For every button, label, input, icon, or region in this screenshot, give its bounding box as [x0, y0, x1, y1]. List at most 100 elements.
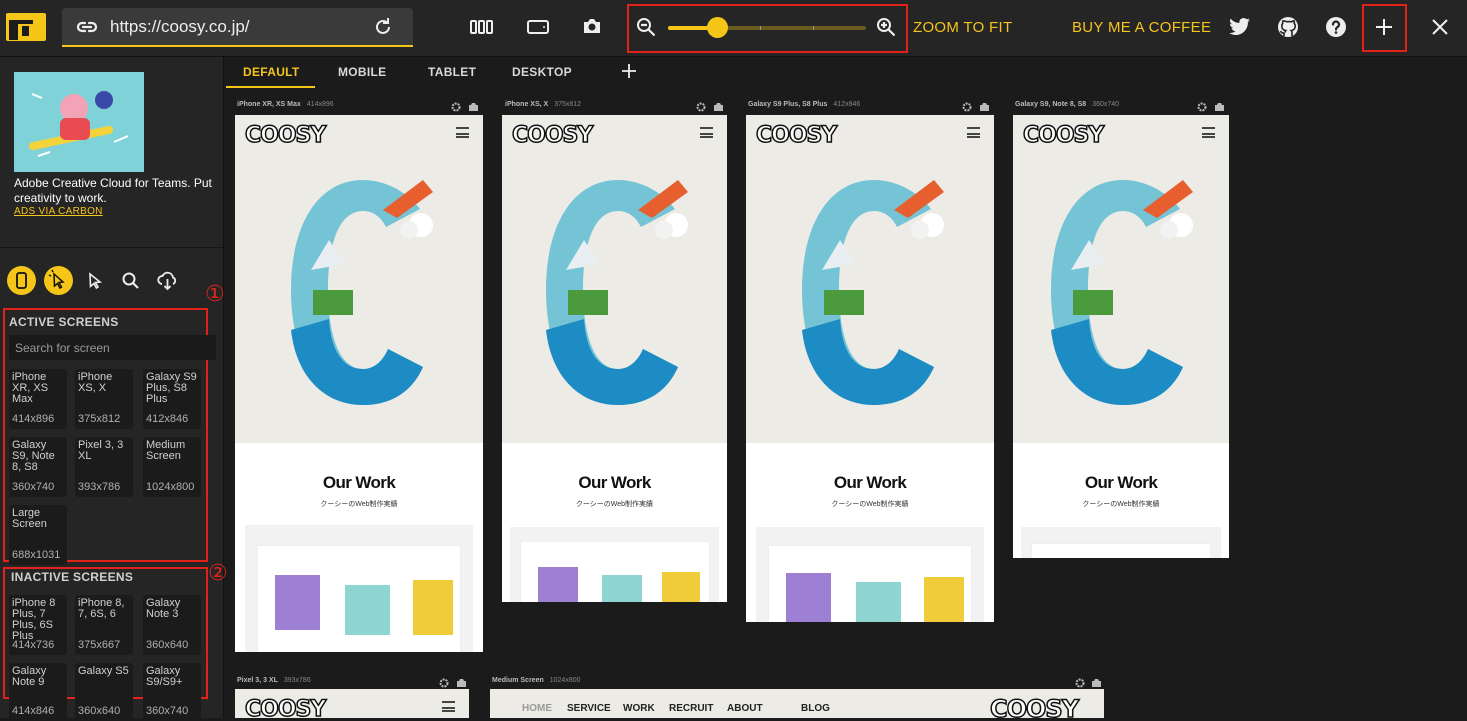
- preview-label: iPhone XR, XS Max 414x896: [237, 101, 334, 108]
- our-work-heading: Our Work: [578, 473, 651, 492]
- divider: [0, 247, 224, 248]
- active-device-chip[interactable]: Pixel 3, 3 XL 393x786: [75, 437, 133, 497]
- active-device-chip[interactable]: iPhone XR, XS Max 414x896: [9, 369, 67, 429]
- menu-icon[interactable]: [967, 127, 980, 138]
- hero-illustration: [1051, 180, 1193, 405]
- inactive-device-chip[interactable]: Galaxy Note 3 360x640: [143, 595, 201, 655]
- device-preview-screen[interactable]: COOSY Our Work クーシーのWeb制作実績: [502, 115, 727, 602]
- device-mode-tool[interactable]: [7, 266, 36, 295]
- site-logo: COOSY: [244, 122, 327, 149]
- menu-icon[interactable]: [700, 127, 713, 138]
- inspect-tool[interactable]: [44, 266, 73, 295]
- our-work-heading: Our Work: [1084, 473, 1158, 492]
- screen-search-input[interactable]: [9, 335, 216, 360]
- hero-illustration: [802, 180, 944, 405]
- device-preview-screen[interactable]: HOME SERVICE WORK RECRUIT ABOUT BLOG COO…: [490, 689, 1104, 718]
- search-icon[interactable]: [116, 266, 145, 295]
- url-text[interactable]: https://coosy.co.jp/: [110, 17, 250, 37]
- reload-icon[interactable]: [373, 17, 393, 42]
- link-icon: [76, 18, 98, 41]
- ad-title[interactable]: Adobe Creative Cloud for Teams. Put crea…: [14, 176, 214, 206]
- tab-mobile[interactable]: MOBILE: [338, 65, 386, 79]
- preset-tabs: [225, 57, 1467, 89]
- tab-tablet[interactable]: TABLET: [428, 65, 476, 79]
- menu-icon[interactable]: [442, 701, 455, 712]
- inactive-device-chip[interactable]: Galaxy S9/S9+ 360x740: [143, 663, 201, 721]
- site-logo: COOSY: [244, 696, 327, 718]
- site-nav-recruit[interactable]: RECRUIT: [669, 703, 713, 714]
- work-thumbnail[interactable]: [756, 527, 984, 622]
- zoom-tick: [813, 26, 814, 30]
- top-toolbar: https://coosy.co.jp/ ZOOM TO FIT BUY ME …: [0, 0, 1467, 57]
- pointer-icon[interactable]: [81, 266, 110, 295]
- add-device-icon[interactable]: [1375, 18, 1393, 41]
- preview-label: Galaxy S9 Plus, S8 Plus 412x846: [748, 101, 861, 108]
- zoom-tick: [760, 26, 761, 30]
- our-work-heading: Our Work: [322, 473, 396, 492]
- site-nav-work[interactable]: WORK: [623, 703, 655, 714]
- zoom-in-icon[interactable]: [876, 17, 896, 42]
- menu-icon[interactable]: [456, 127, 469, 138]
- github-icon[interactable]: [1277, 16, 1299, 43]
- add-tab-icon[interactable]: [622, 64, 636, 83]
- annotation-1: ①: [205, 282, 225, 307]
- active-device-chip[interactable]: Galaxy S9, Note 8, S8 360x740: [9, 437, 67, 497]
- inactive-device-chip[interactable]: iPhone 8 Plus, 7 Plus, 6S Plus 414x736: [9, 595, 67, 655]
- buy-me-a-coffee-link[interactable]: BUY ME A COFFEE: [1072, 19, 1211, 36]
- zoom-to-fit-button[interactable]: ZOOM TO FIT: [913, 19, 1012, 36]
- ads-via-carbon-link[interactable]: ADS VIA CARBON: [14, 206, 103, 217]
- work-thumbnail[interactable]: [1021, 527, 1221, 558]
- our-work-subheading: クーシーのWeb制作実績: [831, 501, 909, 508]
- our-work-subheading: クーシーのWeb制作実績: [1082, 501, 1160, 508]
- preview-label: Galaxy S9, Note 8, S8 360x740: [1015, 101, 1120, 108]
- zoom-out-icon[interactable]: [636, 17, 656, 42]
- screenshot-camera-icon[interactable]: [582, 17, 602, 40]
- active-device-chip[interactable]: Medium Screen 1024x800: [143, 437, 201, 497]
- site-nav-home[interactable]: HOME: [522, 703, 552, 714]
- tab-default[interactable]: DEFAULT: [243, 65, 300, 79]
- active-device-chip[interactable]: Galaxy S9 Plus, S8 Plus 412x846: [143, 369, 201, 429]
- inactive-screens-title: INACTIVE SCREENS: [11, 570, 134, 584]
- close-icon[interactable]: [1432, 19, 1448, 40]
- our-work-subheading: クーシーのWeb制作実績: [320, 501, 398, 508]
- twitter-icon[interactable]: [1229, 17, 1251, 42]
- site-logo: COOSY: [1022, 122, 1105, 149]
- preview-label: Pixel 3, 3 XL 393x786: [237, 677, 311, 684]
- preview-label: Medium Screen 1024x800: [492, 677, 581, 684]
- our-work-heading: Our Work: [833, 473, 907, 492]
- device-preview-screen[interactable]: COOSY Our Work クーシーのWeb制作実績: [746, 115, 994, 622]
- address-bar[interactable]: https://coosy.co.jp/: [62, 8, 413, 47]
- our-work-subheading: クーシーのWeb制作実績: [575, 501, 654, 508]
- active-tab-indicator: [226, 86, 315, 88]
- layout-columns-icon[interactable]: [470, 19, 493, 40]
- preview-label: iPhone XS, X 375x812: [505, 101, 582, 108]
- active-device-chip[interactable]: iPhone XS, X 375x812: [75, 369, 133, 429]
- inactive-device-chip[interactable]: iPhone 8, 7, 6S, 6 375x667: [75, 595, 133, 655]
- device-preview-screen[interactable]: COOSY: [235, 689, 469, 718]
- inactive-device-chip[interactable]: Galaxy S5 360x640: [75, 663, 133, 721]
- menu-icon[interactable]: [1202, 127, 1215, 138]
- device-preview-screen[interactable]: COOSY Our Work クーシーのWeb制作実績: [1013, 115, 1229, 558]
- app-logo-icon: [5, 12, 47, 42]
- inactive-device-chip[interactable]: Galaxy Note 9 414x846: [9, 663, 67, 721]
- site-logo: COOSY: [989, 694, 1080, 718]
- site-nav-service[interactable]: SERVICE: [567, 703, 611, 714]
- hero-illustration: [291, 180, 433, 405]
- work-thumbnail[interactable]: [510, 527, 719, 602]
- zoom-slider-handle[interactable]: [707, 17, 728, 38]
- tab-desktop[interactable]: DESKTOP: [512, 65, 572, 79]
- hero-illustration: [546, 180, 688, 405]
- active-screens-title: ACTIVE SCREENS: [9, 315, 119, 329]
- site-logo: COOSY: [755, 122, 838, 149]
- help-icon[interactable]: [1325, 16, 1347, 43]
- work-thumbnail[interactable]: [245, 525, 473, 652]
- site-nav-blog[interactable]: BLOG: [801, 703, 830, 714]
- rotate-device-icon[interactable]: [527, 19, 549, 40]
- site-logo: COOSY: [511, 122, 594, 149]
- site-nav-about[interactable]: ABOUT: [727, 703, 763, 714]
- active-device-chip[interactable]: Large Screen 688x1031: [9, 505, 67, 565]
- ad-image[interactable]: [14, 72, 144, 172]
- download-icon[interactable]: [153, 266, 182, 295]
- annotation-2: ②: [208, 561, 228, 586]
- device-preview-screen[interactable]: COOSY Our Work クーシーのWeb制作実績: [235, 115, 483, 652]
